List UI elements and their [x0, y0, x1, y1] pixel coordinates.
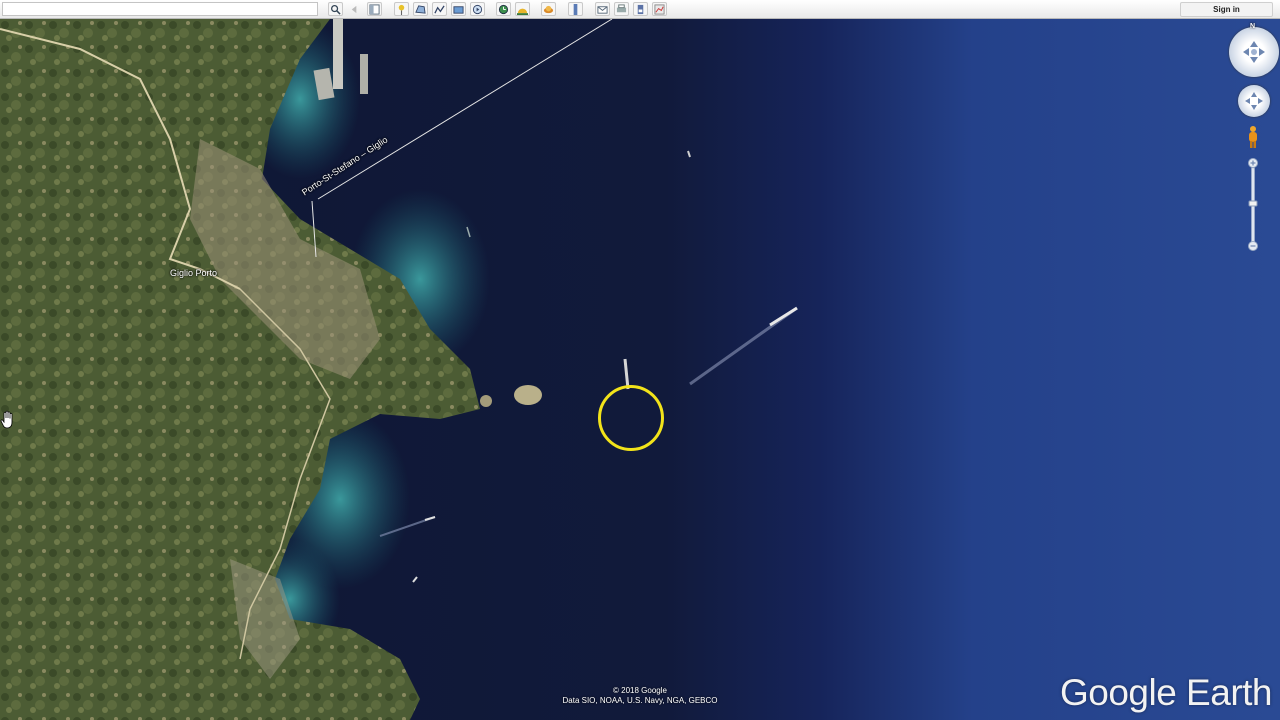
place-label-giglio-porto[interactable]: Giglio Porto — [170, 268, 217, 278]
save-image-icon[interactable] — [633, 2, 648, 16]
map-attribution: © 2018 Google Data SIO, NOAA, U.S. Navy,… — [540, 686, 740, 706]
attribution-data-sources: Data SIO, NOAA, U.S. Navy, NGA, GEBCO — [562, 696, 718, 705]
attribution-copyright: © 2018 Google — [613, 686, 667, 695]
satellite-imagery — [0, 19, 1280, 720]
sign-in-button[interactable]: Sign in — [1180, 2, 1273, 17]
move-arrows-icon[interactable] — [1241, 39, 1267, 65]
print-icon[interactable] — [614, 2, 629, 16]
search-icon[interactable] — [328, 2, 343, 16]
hand-cursor-icon — [0, 410, 13, 429]
zoom-slider[interactable] — [1248, 158, 1258, 252]
historical-imagery-icon[interactable] — [496, 2, 511, 16]
maps-icon[interactable] — [652, 2, 667, 16]
google-earth-logo: Google Earth — [1059, 672, 1273, 713]
polygon-icon[interactable] — [413, 2, 428, 16]
tour-icon[interactable] — [470, 2, 485, 16]
toolbar: Sign in — [0, 0, 1280, 19]
placemark-icon[interactable] — [394, 2, 409, 16]
planet-icon[interactable] — [541, 2, 556, 16]
ruler-icon[interactable] — [568, 2, 583, 16]
sidebar-icon[interactable] — [367, 2, 382, 16]
compass-north-label: N — [1250, 23, 1256, 30]
search-input[interactable] — [2, 2, 318, 16]
cursor-highlight — [598, 385, 664, 451]
street-view-pegman-icon[interactable] — [1247, 125, 1259, 149]
overlay-icon[interactable] — [451, 2, 466, 16]
sun-icon[interactable] — [515, 2, 530, 16]
map-view[interactable]: Giglio Porto Porto-St-Stefano – Giglio — [0, 19, 1280, 720]
path-icon[interactable] — [432, 2, 447, 16]
back-icon[interactable] — [347, 2, 362, 16]
email-icon[interactable] — [595, 2, 610, 16]
look-arrows-icon[interactable] — [1243, 90, 1265, 112]
